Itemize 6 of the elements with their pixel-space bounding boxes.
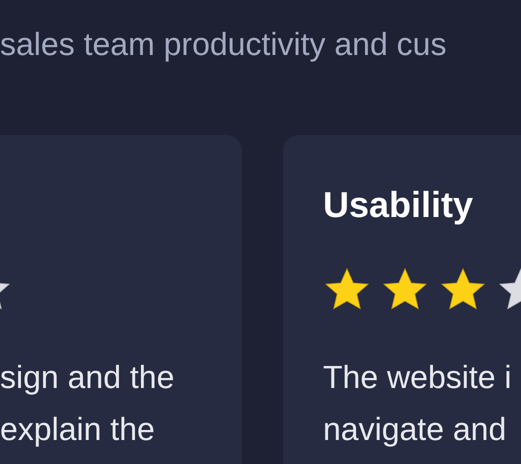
card-text: explain the — [0, 410, 156, 449]
card-text: The website i — [323, 358, 513, 397]
card-title: Usability — [323, 184, 474, 225]
intro-text: sales team productivity and cus — [0, 26, 446, 62]
card-text: navigate and — [323, 410, 508, 449]
card-text: sign and the — [0, 358, 176, 397]
